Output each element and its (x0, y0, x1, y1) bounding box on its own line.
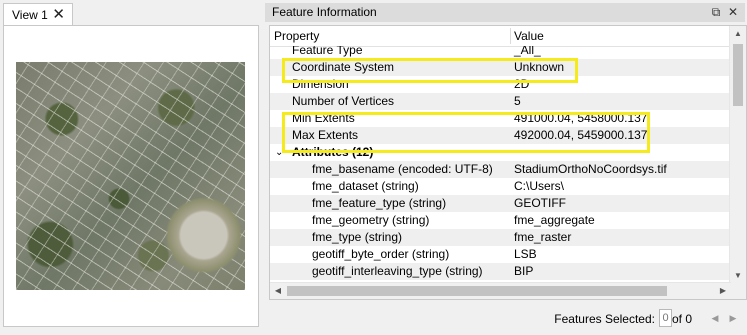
property-cell: Feature Type (292, 46, 363, 57)
value-cell: C:\Users\ (514, 179, 565, 193)
value-cell: Unknown (514, 60, 565, 74)
table-row[interactable]: fme_basename (encoded: UTF-8) StadiumOrt… (270, 161, 731, 178)
property-cell: geotiff_interleaving_type (string) (312, 264, 483, 278)
scrollbar-corner (730, 283, 746, 299)
value-cell: fme_aggregate (514, 213, 595, 227)
tab-view-1[interactable]: View 1 ✕ (3, 3, 73, 25)
property-cell: Coordinate System (292, 60, 395, 74)
value-cell: 491000.04, 5458000.137 (514, 111, 648, 125)
scroll-down-icon[interactable]: ▼ (730, 268, 746, 284)
horizontal-scroll-thumb[interactable] (287, 286, 667, 296)
close-icon[interactable]: ✕ (52, 5, 65, 25)
previous-feature-icon[interactable]: ◀ (708, 311, 722, 325)
property-cell: Number of Vertices (292, 94, 395, 108)
table-row[interactable]: Number of Vertices 5 (270, 93, 731, 110)
table-row[interactable]: Feature Type _All_ (270, 46, 731, 59)
table-row[interactable]: geotiff_byte_order (string) LSB (270, 246, 731, 263)
value-cell: StadiumOrthoNoCoordsys.tif (514, 162, 667, 176)
table-row[interactable]: fme_feature_type (string) GEOTIFF (270, 195, 731, 212)
property-cell: geotiff_byte_order (string) (312, 247, 450, 261)
scroll-right-icon[interactable]: ▶ (715, 283, 731, 299)
table-row[interactable]: fme_type (string) fme_raster (270, 229, 731, 246)
chevron-down-icon[interactable]: ⌄ (275, 144, 283, 161)
property-cell: fme_feature_type (string) (312, 196, 447, 210)
property-cell: Dimension (292, 77, 349, 91)
next-feature-icon[interactable]: ▶ (726, 311, 740, 325)
value-cell: GEOTIFF (514, 196, 566, 210)
table-row[interactable]: geotiff_interleaving_type (string) BIP (270, 263, 731, 280)
table-header: Property Value (270, 26, 731, 47)
float-panel-icon[interactable]: ⧉ (709, 3, 723, 22)
property-cell: fme_dataset (string) (312, 179, 419, 193)
value-cell: fme_raster (514, 230, 572, 244)
features-selected-field[interactable]: 0 (659, 309, 672, 327)
table-body: Feature Type _All_ Coordinate System Unk… (270, 46, 731, 284)
column-header-value[interactable]: Value (510, 26, 544, 46)
features-selected-label: Features Selected: (554, 312, 655, 326)
attributes-group-row[interactable]: ⌄ Attributes (12) (270, 144, 731, 161)
property-cell: fme_type (string) (312, 230, 403, 244)
property-cell: fme_basename (encoded: UTF-8) (312, 162, 493, 176)
map-view[interactable] (3, 25, 259, 327)
table-row[interactable]: Max Extents 492000.04, 5459000.137 (270, 127, 731, 144)
value-cell: 2D (514, 77, 530, 91)
vertical-scrollbar[interactable]: ▲ ▼ (729, 26, 746, 284)
panel-title: Feature Information (272, 5, 377, 19)
vertical-scroll-thumb[interactable] (733, 44, 743, 106)
scroll-up-icon[interactable]: ▲ (730, 26, 746, 42)
feature-information-panel: Feature Information ⧉ ✕ Property Value F… (265, 0, 747, 335)
table-row[interactable]: fme_dataset (string) C:\Users\ (270, 178, 731, 195)
table-row[interactable]: Min Extents 491000.04, 5458000.137 (270, 110, 731, 127)
tab-label: View 1 (12, 7, 48, 22)
orthophoto-image[interactable] (16, 62, 245, 290)
property-cell: Max Extents (292, 128, 359, 142)
status-bar: Features Selected: 0 of 0 ◀ ▶ (265, 307, 747, 331)
close-panel-icon[interactable]: ✕ (726, 3, 740, 22)
value-cell: _All_ (514, 46, 541, 57)
table-row[interactable]: Coordinate System Unknown (270, 59, 731, 76)
horizontal-scrollbar[interactable]: ◀ ▶ (270, 282, 731, 299)
scroll-left-icon[interactable]: ◀ (270, 283, 286, 299)
value-cell: BIP (514, 264, 534, 278)
view-tab-bar: View 1 ✕ (0, 0, 262, 26)
feature-info-table[interactable]: Property Value Feature Type _All_ Coordi… (269, 25, 747, 300)
property-cell: Min Extents (292, 111, 355, 125)
table-row[interactable]: Dimension 2D (270, 76, 731, 93)
value-cell: LSB (514, 247, 537, 261)
property-cell: fme_geometry (string) (312, 213, 430, 227)
table-row[interactable]: fme_geometry (string) fme_aggregate (270, 212, 731, 229)
value-cell: 492000.04, 5459000.137 (514, 128, 648, 142)
group-label: Attributes (12) (292, 145, 374, 159)
value-cell: 5 (514, 94, 521, 108)
column-header-property[interactable]: Property (270, 26, 319, 46)
panel-title-bar: Feature Information ⧉ ✕ (265, 3, 745, 22)
features-total-label: of 0 (671, 312, 692, 326)
